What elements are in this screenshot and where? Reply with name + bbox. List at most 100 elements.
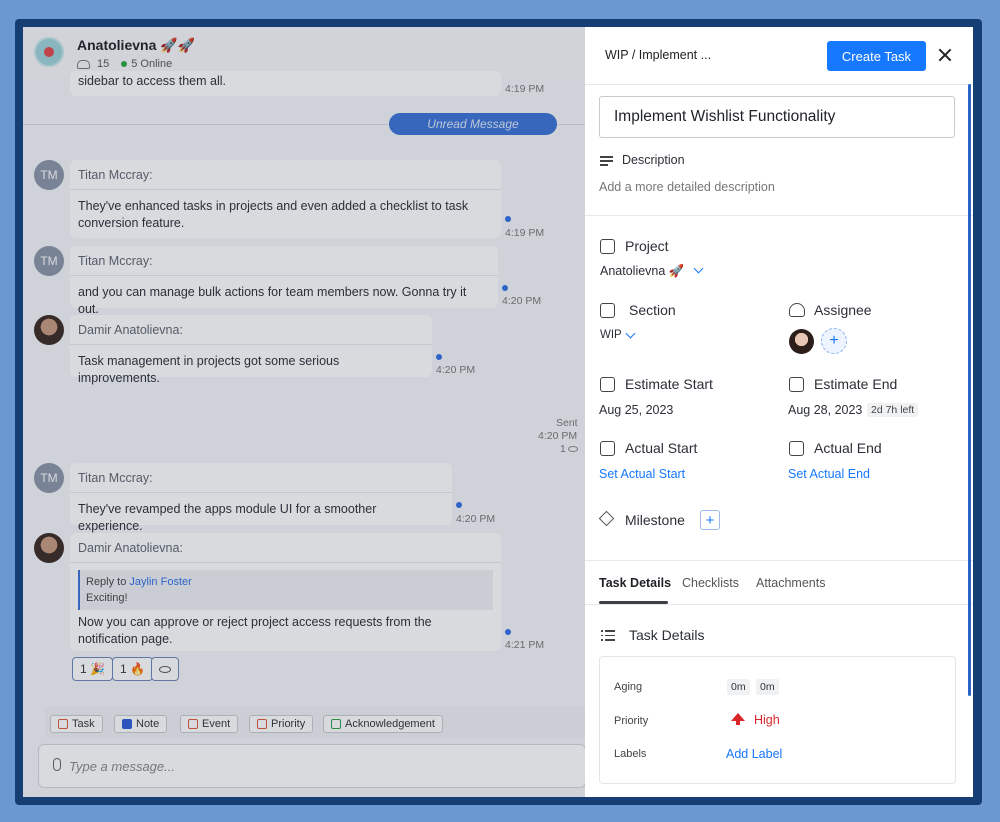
sender-name: Damir Anatolievna: (70, 533, 501, 563)
message-bubble[interactable]: Damir Anatolievna: Reply to Jaylin Foste… (70, 533, 501, 651)
assignee-icon (789, 303, 805, 317)
message-input[interactable]: Type a message... (38, 744, 585, 788)
sender-name: Titan Mccray: (70, 246, 498, 276)
acknowledgement-chip[interactable]: Acknowledgement (323, 715, 443, 733)
add-milestone-button[interactable]: + (700, 510, 720, 530)
reply-header: Reply to Jaylin Foster (86, 574, 487, 590)
priority-chip[interactable]: Priority (249, 715, 314, 733)
estimate-start-label: Estimate Start (625, 376, 713, 392)
add-assignee-button[interactable]: + (821, 328, 847, 354)
arrow-up-icon (731, 713, 745, 725)
sender-name: Titan Mccray: (70, 160, 501, 190)
message-time: 4:20 PM (436, 364, 476, 376)
message-time: 4:19 PM (505, 83, 545, 95)
message-bubble[interactable]: Titan Mccray: and you can manage bulk ac… (70, 246, 498, 316)
message-bubble[interactable]: Damir Anatolievna: Task management in pr… (70, 315, 432, 385)
tab-attachments[interactable]: Attachments (756, 576, 825, 590)
chevron-down-icon[interactable] (625, 328, 636, 339)
scrollbar[interactable] (968, 84, 971, 696)
reply-text: Exciting! (86, 592, 128, 604)
chip-label: Task (72, 718, 95, 730)
unread-message-badge: Unread Message (389, 113, 557, 135)
avatar[interactable]: TM (34, 246, 64, 276)
section-select[interactable]: WIP (600, 329, 622, 341)
estimate-start-date[interactable]: Aug 25, 2023 (599, 403, 673, 417)
message-time: 4:20 PM (456, 513, 496, 525)
task-panel: WIP / Implement ... Create Task Implemen… (585, 27, 973, 797)
group-logo-icon[interactable] (34, 37, 64, 67)
assignee-avatar[interactable] (789, 329, 814, 354)
avatar[interactable] (34, 315, 64, 345)
tab-task-details[interactable]: Task Details (599, 576, 671, 590)
note-chip[interactable]: Note (114, 715, 168, 733)
app-window: Anatolievna 🚀🚀 15 5 Online sidebar to ac… (23, 27, 973, 797)
priority-icon (257, 719, 267, 729)
microphone-icon[interactable] (53, 758, 61, 771)
avatar[interactable]: TM (34, 160, 64, 190)
estimate-end-date[interactable]: Aug 28, 2023 (788, 403, 862, 417)
message-time: 4:20 PM (502, 295, 542, 307)
set-actual-start-link[interactable]: Set Actual Start (599, 467, 685, 481)
calendar-check-icon (789, 377, 804, 392)
event-chip[interactable]: Event (180, 715, 239, 733)
section-icon (600, 303, 615, 318)
avatar[interactable] (34, 533, 64, 563)
divider (585, 560, 973, 561)
assignee-label: Assignee (814, 302, 872, 318)
chevron-down-icon[interactable] (693, 263, 704, 274)
labels-label: Labels (614, 748, 647, 760)
priority-value[interactable]: High (754, 713, 780, 727)
add-label-link[interactable]: Add Label (726, 747, 782, 761)
reply-quote[interactable]: Reply to Jaylin Foster Exciting! (78, 570, 493, 610)
message-text: sidebar to access them all. (78, 74, 226, 88)
message-bubble: sidebar to access them all. (70, 71, 501, 96)
description-label: Description (622, 153, 685, 167)
aging-label: Aging (614, 681, 643, 693)
aging-value: 0m (727, 679, 750, 695)
actual-end-label: Actual End (814, 440, 882, 456)
reaction-party[interactable]: 1 🎉 (72, 657, 113, 681)
task-details-title: Task Details (629, 627, 705, 643)
milestone-label: Milestone (625, 512, 685, 528)
breadcrumb[interactable]: WIP / Implement ... (605, 48, 711, 62)
chat-meta: 15 5 Online (77, 58, 172, 70)
close-icon[interactable] (935, 45, 955, 65)
project-icon (600, 239, 615, 254)
project-label: Project (625, 238, 669, 254)
tab-checklists[interactable]: Checklists (682, 576, 739, 590)
actual-start-label: Actual Start (625, 440, 698, 456)
chat-pane: Anatolievna 🚀🚀 15 5 Online sidebar to ac… (23, 27, 585, 797)
divider (585, 604, 973, 605)
note-icon (122, 719, 132, 729)
create-task-button[interactable]: Create Task (827, 41, 926, 71)
chip-label: Note (136, 718, 160, 730)
message-text: Now you can approve or reject project ac… (78, 615, 432, 646)
reply-prefix: Reply to (86, 576, 127, 588)
task-title-input[interactable]: Implement Wishlist Functionality (599, 96, 955, 138)
message-bubble[interactable]: Titan Mccray: They've revamped the apps … (70, 463, 452, 533)
task-chip[interactable]: Task (50, 715, 103, 733)
message-time: 4:21 PM (505, 639, 545, 651)
sent-label: Sent (556, 417, 578, 429)
message-text: Task management in projects got some ser… (78, 354, 340, 385)
delivered-dot-icon (436, 354, 442, 360)
online-dot-icon (121, 61, 128, 67)
chat-title[interactable]: Anatolievna 🚀🚀 (77, 37, 195, 54)
calendar-icon (600, 377, 615, 392)
sender-name: Titan Mccray: (70, 463, 452, 493)
reaction-fire[interactable]: 1 🔥 (112, 657, 153, 681)
time-left-badge: 2d 7h left (867, 403, 919, 417)
project-select[interactable]: Anatolievna 🚀 (600, 264, 684, 279)
priority-label: Priority (614, 715, 649, 727)
reaction-view-button[interactable] (151, 657, 179, 681)
set-actual-end-link[interactable]: Set Actual End (788, 467, 870, 481)
description-icon (600, 156, 613, 166)
estimate-end-label: Estimate End (814, 376, 898, 392)
message-text: They've enhanced tasks in projects and e… (78, 199, 469, 230)
message-bubble[interactable]: Titan Mccray: They've enhanced tasks in … (70, 160, 501, 238)
avatar[interactable]: TM (34, 463, 64, 493)
description-input[interactable]: Add a more detailed description (599, 180, 775, 194)
delivered-dot-icon (456, 502, 462, 508)
chip-label: Priority (271, 718, 306, 730)
divider (585, 215, 973, 216)
